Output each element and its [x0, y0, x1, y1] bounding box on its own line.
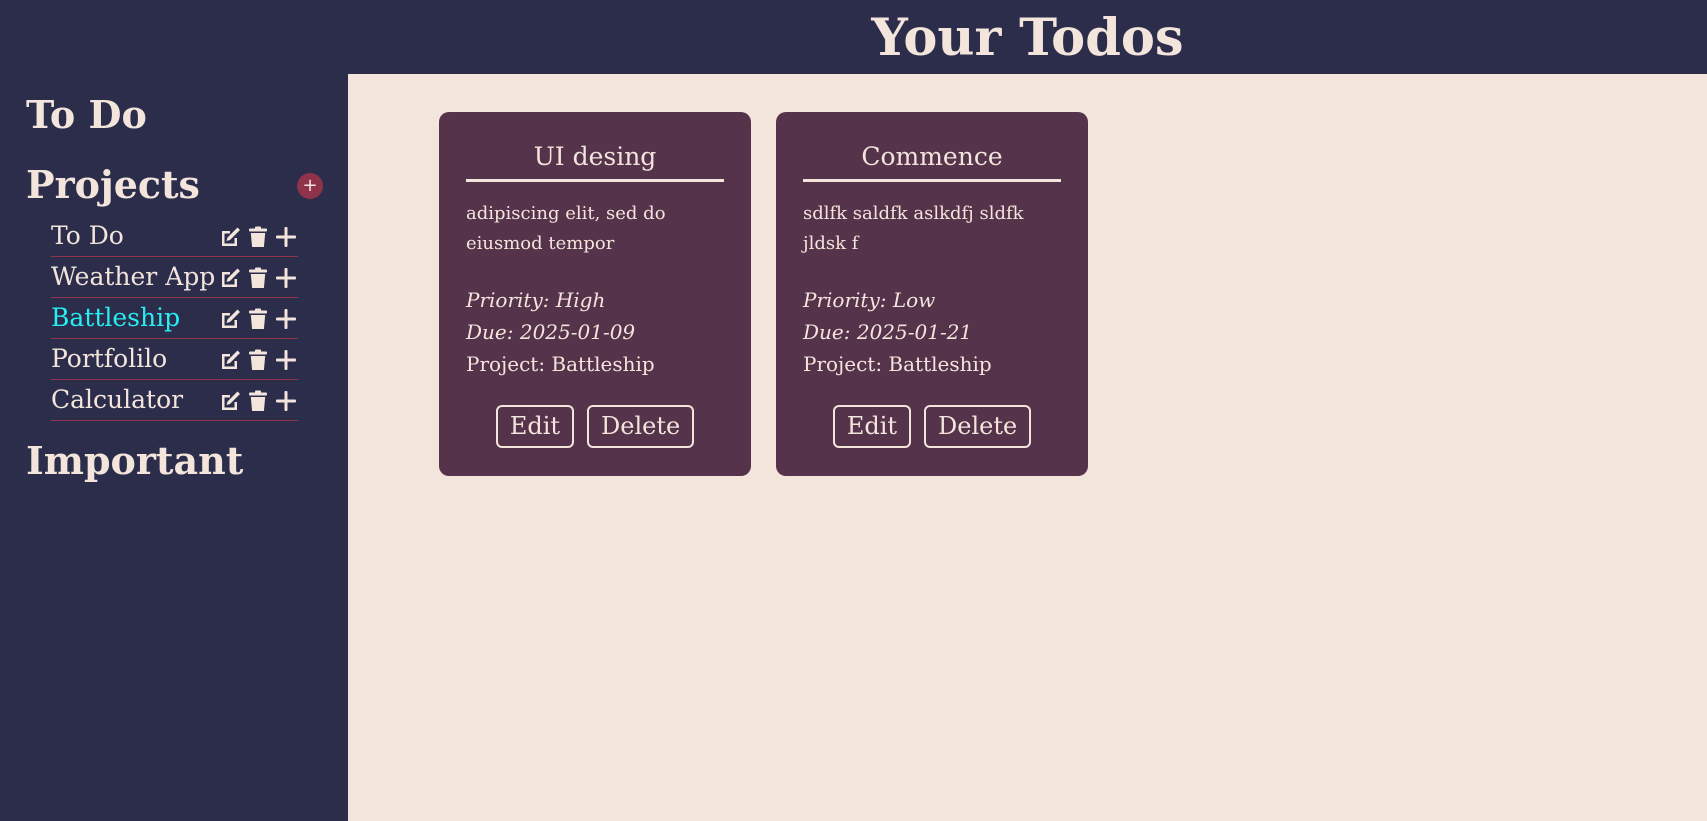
todo-title: UI desing [466, 141, 724, 182]
add-project-button[interactable]: + [297, 173, 323, 199]
edit-icon[interactable] [218, 389, 242, 413]
plus-icon[interactable] [274, 348, 298, 372]
trash-icon[interactable] [246, 389, 270, 413]
project-actions [218, 388, 298, 414]
project-item-battleship[interactable]: Battleship [51, 299, 298, 339]
trash-icon[interactable] [246, 266, 270, 290]
todo-due-date: Due: 2025-01-21 [803, 320, 973, 344]
delete-button[interactable]: Delete [587, 405, 695, 448]
project-label[interactable]: Weather App [51, 261, 215, 293]
edit-icon[interactable] [218, 266, 242, 290]
page-title: Your Todos [871, 8, 1184, 68]
todo-card: UI desing adipiscing elit, sed do eiusmo… [439, 112, 751, 476]
delete-button[interactable]: Delete [924, 405, 1032, 448]
project-actions [218, 347, 298, 373]
todo-card: Commence sdlfk saldfk aslkdfj sldfk jlds… [776, 112, 1088, 476]
edit-icon[interactable] [218, 348, 242, 372]
todo-description: sdlfk saldfk aslkdfj sldfk jldsk f [803, 203, 1024, 254]
project-label[interactable]: To Do [51, 220, 124, 252]
project-label[interactable]: Portfolilo [51, 343, 167, 375]
todo-actions: Edit Delete [439, 405, 751, 448]
todo-project: Project: Battleship [466, 352, 655, 376]
header-bar: Your Todos [0, 0, 1707, 74]
edit-button[interactable]: Edit [495, 405, 575, 448]
todo-actions: Edit Delete [776, 405, 1088, 448]
plus-icon[interactable] [274, 307, 298, 331]
todo-description: adipiscing elit, sed do eiusmod tempor [466, 203, 666, 254]
project-item-to-do[interactable]: To Do [51, 217, 298, 257]
todo-priority: Priority: High [466, 288, 606, 312]
project-item-calculator[interactable]: Calculator [51, 381, 298, 421]
todo-project: Project: Battleship [803, 352, 992, 376]
edit-button[interactable]: Edit [832, 405, 912, 448]
trash-icon[interactable] [246, 307, 270, 331]
plus-icon[interactable] [274, 225, 298, 249]
plus-icon[interactable] [274, 389, 298, 413]
trash-icon[interactable] [246, 225, 270, 249]
sidebar-projects-heading: Projects [26, 162, 200, 207]
project-actions [218, 306, 298, 332]
project-item-weather-app[interactable]: Weather App [51, 258, 298, 298]
plus-icon[interactable] [274, 266, 298, 290]
edit-icon[interactable] [218, 225, 242, 249]
todo-due-date: Due: 2025-01-09 [466, 320, 636, 344]
trash-icon[interactable] [246, 348, 270, 372]
project-label[interactable]: Battleship [51, 302, 180, 334]
project-item-portfolilo[interactable]: Portfolilo [51, 340, 298, 380]
edit-icon[interactable] [218, 307, 242, 331]
sidebar-todo-heading[interactable]: To Do [26, 92, 147, 138]
project-actions [218, 224, 298, 250]
project-label[interactable]: Calculator [51, 384, 183, 416]
main-content: UI desing adipiscing elit, sed do eiusmo… [348, 74, 1707, 821]
project-actions [218, 265, 298, 291]
todo-priority: Priority: Low [803, 288, 936, 312]
sidebar-important-heading[interactable]: Important [26, 438, 243, 484]
todo-title: Commence [803, 141, 1061, 182]
